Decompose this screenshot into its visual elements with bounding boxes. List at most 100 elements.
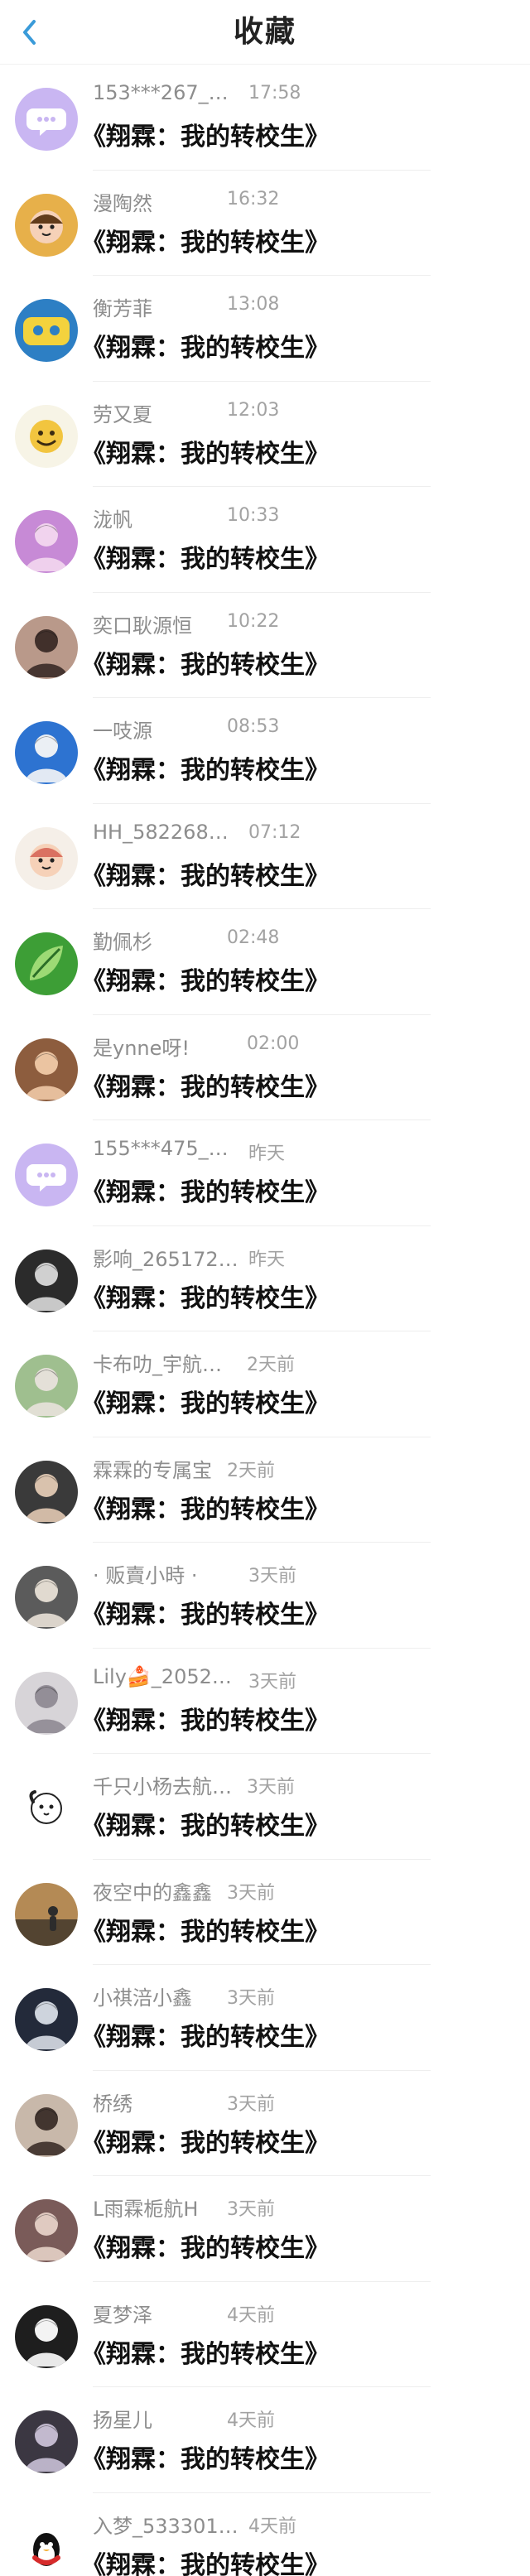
- favorite-title: 《翔霖：我的转校生》: [81, 228, 330, 258]
- list-item[interactable]: 155***475_… 昨天 《翔霖：我的转校生》: [0, 1120, 530, 1226]
- avatar[interactable]: [15, 1882, 78, 1946]
- list-item[interactable]: Lily🍰_2052… 3天前 《翔霖：我的转校生》: [0, 1649, 530, 1754]
- user-name: L雨霖栀航H: [93, 2198, 199, 2221]
- person-photo-icon: [15, 1671, 78, 1735]
- user-name: 劳又夏: [93, 402, 152, 426]
- person-photo-icon: [15, 2410, 78, 2473]
- user-name: 扬星儿: [93, 2409, 152, 2432]
- favorite-title: 《翔霖：我的转校生》: [81, 650, 330, 680]
- person-photo-icon: [15, 1988, 78, 2051]
- list-item[interactable]: 勤佩杉 02:48 《翔霖：我的转校生》: [0, 909, 530, 1015]
- timestamp: 13:08: [227, 294, 280, 315]
- cartoon-dog-icon: [15, 1777, 78, 1840]
- favorite-title: 《翔霖：我的转校生》: [81, 2550, 330, 2576]
- list-item[interactable]: · 贩賣小時 · 3天前 《翔霖：我的转校生》: [0, 1543, 530, 1649]
- list-item[interactable]: 夜空中的鑫鑫 3天前 《翔霖：我的转校生》: [0, 1860, 530, 1965]
- list-item[interactable]: 桥绣 3天前 《翔霖：我的转校生》: [0, 2071, 530, 2176]
- avatar[interactable]: [15, 826, 78, 890]
- header-bar: 收藏: [0, 0, 530, 65]
- favorite-title: 《翔霖：我的转校生》: [81, 545, 330, 574]
- timestamp: 2天前: [247, 1355, 295, 1375]
- avatar[interactable]: [15, 2093, 78, 2157]
- favorite-title: 《翔霖：我的转校生》: [81, 756, 330, 785]
- user-name: 桥绣: [93, 2092, 132, 2116]
- avatar[interactable]: [15, 721, 78, 784]
- list-item[interactable]: 卡布叻_宇航… 2天前《翔霖：我的转校生》: [0, 1331, 530, 1437]
- list-item[interactable]: L雨霖栀航H 3天前 《翔霖：我的转校生》: [0, 2176, 530, 2282]
- avatar[interactable]: [15, 1671, 78, 1735]
- avatar[interactable]: [15, 193, 78, 257]
- favorite-title: 《翔霖：我的转校生》: [81, 2339, 330, 2369]
- timestamp: 2天前: [227, 1460, 275, 1481]
- favorites-page: 收藏 153***267_… 17:58 《翔霖：我的转校生》 漫陶然 16:32 《翔霖…: [0, 0, 530, 2576]
- list-item[interactable]: 是ynne呀! 02:00 《翔霖：我的转校生》: [0, 1015, 530, 1120]
- penguin-icon: [15, 2516, 78, 2576]
- user-name: 是ynne呀!: [93, 1036, 190, 1060]
- favorite-title: 《翔霖：我的转校生》: [81, 1812, 330, 1841]
- timestamp: 3天前: [227, 2093, 275, 2115]
- list-item[interactable]: 衡芳菲 13:08 《翔霖：我的转校生》: [0, 276, 530, 382]
- timestamp: 10:33: [227, 505, 280, 526]
- favorite-title: 《翔霖：我的转校生》: [81, 1601, 330, 1630]
- avatar[interactable]: [15, 1777, 78, 1840]
- emoji-icon: [15, 404, 78, 468]
- timestamp: 10:22: [227, 610, 280, 632]
- leaf-icon: [15, 932, 78, 995]
- favorite-title: 《翔霖：我的转校生》: [81, 861, 330, 891]
- list-item[interactable]: 千只小杨去航… 3天前 《翔霖：我的转校生》: [0, 1754, 530, 1860]
- list-item[interactable]: 一吱源 08:53 《翔霖：我的转校生》: [0, 698, 530, 804]
- list-item[interactable]: 劳又夏 12:03 《翔霖：我的转校生》: [0, 382, 530, 487]
- user-name: 入梦_533301…: [93, 2514, 238, 2538]
- avatar[interactable]: [15, 1355, 78, 1418]
- list-item[interactable]: HH_582268… 07:12 《翔霖：我的转校生》: [0, 804, 530, 909]
- avatar[interactable]: [15, 615, 78, 679]
- list-item[interactable]: 153***267_… 17:58 《翔霖：我的转校生》: [0, 65, 530, 171]
- avatar[interactable]: [15, 1988, 78, 2051]
- favorite-title: 《翔霖：我的转校生》: [81, 1389, 330, 1418]
- avatar[interactable]: [15, 1566, 78, 1629]
- person-photo-icon: [15, 615, 78, 679]
- avatar[interactable]: [15, 299, 78, 362]
- user-name: Lily🍰_2052…: [93, 1664, 232, 1688]
- user-name: 卡布叻_宇航…: [93, 1353, 222, 1376]
- avatar[interactable]: [15, 1460, 78, 1524]
- avatar[interactable]: [15, 1038, 78, 1101]
- list-item[interactable]: 入梦_533301… 4天前 《翔霖：我的转校生》: [0, 2493, 530, 2576]
- timestamp: 02:00: [247, 1033, 300, 1054]
- timestamp: 12:03: [227, 399, 280, 421]
- cartoon-face-icon: [15, 826, 78, 890]
- avatar[interactable]: [15, 404, 78, 468]
- timestamp: 昨天: [248, 1144, 286, 1164]
- avatar[interactable]: [15, 2199, 78, 2262]
- list-item[interactable]: 扬星儿 4天前 《翔霖：我的转校生》: [0, 2387, 530, 2493]
- avatar[interactable]: [15, 2410, 78, 2473]
- user-name: · 贩賣小時 ·: [93, 1564, 198, 1587]
- list-item[interactable]: 霖霖的专属宝 2天前 《翔霖：我的转校生》: [0, 1437, 530, 1543]
- avatar[interactable]: [15, 510, 78, 573]
- favorite-title: 《翔霖：我的转校生》: [81, 1072, 330, 1102]
- favorite-title: 《翔霖：我的转校生》: [81, 1706, 330, 1736]
- timestamp: 3天前: [227, 2199, 275, 2220]
- person-photo-icon: [15, 2199, 78, 2262]
- avatar[interactable]: [15, 88, 78, 151]
- avatar[interactable]: [15, 932, 78, 995]
- avatar[interactable]: [15, 1249, 78, 1312]
- list-item[interactable]: 小祺涪小鑫 3天前 《翔霖：我的转校生》: [0, 1965, 530, 2071]
- favorite-title: 《翔霖：我的转校生》: [81, 1178, 330, 1207]
- list-item[interactable]: 影响_265172… 昨天 《翔霖：我的转校生》: [0, 1226, 530, 1331]
- user-name: 泷帆: [93, 508, 132, 532]
- user-name: 夏梦泽: [93, 2303, 152, 2327]
- list-item[interactable]: 夏梦泽 4天前 《翔霖：我的转校生》: [0, 2282, 530, 2387]
- avatar[interactable]: [15, 2516, 78, 2576]
- silhouette-icon: [15, 1882, 78, 1946]
- user-name: 千只小杨去航…: [93, 1775, 232, 1798]
- list-item[interactable]: 漫陶然 16:32 《翔霖：我的转校生》: [0, 171, 530, 276]
- user-name: 影响_265172…: [93, 1247, 238, 1271]
- list-item[interactable]: 泷帆 10:33 《翔霖：我的转校生》: [0, 487, 530, 593]
- list-item[interactable]: 奕口耿源恒 10:22 《翔霖：我的转校生》: [0, 593, 530, 698]
- user-name: 小祺涪小鑫: [93, 1986, 192, 2010]
- avatar[interactable]: [15, 2304, 78, 2368]
- person-photo-icon: [15, 1566, 78, 1629]
- avatar[interactable]: [15, 1144, 78, 1206]
- timestamp: 02:48: [227, 927, 280, 948]
